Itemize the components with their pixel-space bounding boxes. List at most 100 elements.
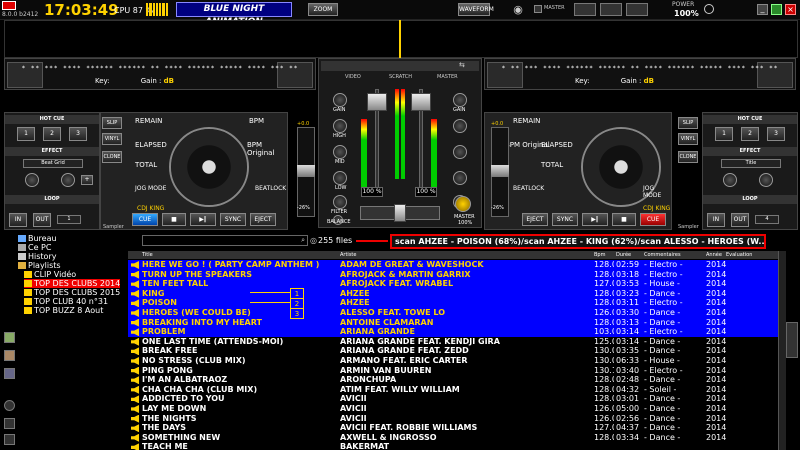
high-knob-left[interactable] <box>333 119 347 133</box>
hot-cue-2-left[interactable]: 2 <box>43 127 61 141</box>
cdj-king-right[interactable]: CDJ KING <box>643 205 670 212</box>
effects-icon[interactable] <box>4 368 15 379</box>
effect-knob-2-left[interactable] <box>61 173 75 187</box>
tree-item-playlists[interactable]: Playlists <box>18 261 61 270</box>
cue-button-right[interactable]: CUE <box>640 213 666 226</box>
table-row[interactable]: ONE LAST TIME (ATTENDS-MOI) ARIANA GRANDE… <box>128 337 780 347</box>
side-panel-tab[interactable] <box>786 322 798 358</box>
table-row[interactable]: BREAKING INTO MY HEART ANTOINE CLAMARAN 12… <box>128 317 780 328</box>
font-size-icon[interactable] <box>4 418 15 429</box>
effect-knob-1-right[interactable] <box>723 173 737 187</box>
zoom-button[interactable]: ZOOM <box>308 3 338 16</box>
cue-button-left[interactable]: CUE <box>132 213 158 226</box>
loop-size-right[interactable]: 4 <box>755 215 779 224</box>
clone-button-right[interactable]: CLONE <box>678 151 698 163</box>
master-led-icon[interactable] <box>534 5 542 13</box>
col-evaluation[interactable]: Evaluation <box>726 251 752 259</box>
volume-fader-left[interactable] <box>367 93 387 111</box>
table-row[interactable]: CHA CHA CHA (CLUB MIX) ATIM FEAT. WILLY W… <box>128 385 780 395</box>
volume-fader-right[interactable] <box>411 93 431 111</box>
table-row[interactable]: I'M AN ALBATRAOZ ARONCHUPA 128.002:48 - Dan… <box>128 375 780 385</box>
col-comments[interactable]: Commentaires <box>644 251 681 259</box>
table-row[interactable]: POISON AHZEE 128.003:11 - Electro - 2014 <box>128 298 780 308</box>
table-row[interactable]: TEN FEET TALL AFROJACK FEAT. WRABEL 127.00… <box>128 279 780 289</box>
hot-cue-2-right[interactable]: 2 <box>741 127 759 141</box>
vinyl-button-right[interactable]: VINYL <box>678 133 698 145</box>
table-row[interactable]: HEROES (WE COULD BE) ALESSO FEAT. TOWE LO… <box>128 308 780 318</box>
loop-out-left[interactable]: OUT <box>33 213 51 227</box>
col-artist[interactable]: Artiste <box>340 251 356 259</box>
table-row[interactable]: KING AHZEE 128.003:23 - Dance - 2014 <box>128 288 780 299</box>
effect-knob-2-right[interactable] <box>759 173 773 187</box>
gain-knob-right[interactable] <box>453 93 467 107</box>
close-button[interactable]: × <box>785 4 796 15</box>
table-row[interactable]: ADDICTED TO YOU AVICII 128.003:01 - Dance -… <box>128 394 780 404</box>
effect-add-left[interactable]: + <box>81 175 93 185</box>
tree-item-top-des-clubs-2015[interactable]: TOP DES CLUBS 2015 <box>24 288 120 297</box>
table-row[interactable]: PROBLEM ARIANA GRANDE 103.003:14 - Electro … <box>128 327 780 337</box>
loop-out-right[interactable]: OUT <box>731 213 749 227</box>
effect-select-right[interactable]: Title <box>721 159 781 168</box>
clone-button-left[interactable]: CLONE <box>102 151 122 163</box>
eject-button-left[interactable]: EJECT <box>250 213 276 226</box>
play-button-right[interactable]: ▶‖ <box>582 213 608 226</box>
waveform-display[interactable] <box>4 20 798 58</box>
col-year[interactable]: Année <box>706 251 722 259</box>
effect-knob-1-left[interactable] <box>25 173 39 187</box>
stop-button-right[interactable]: ■ <box>612 213 636 226</box>
playlist-icon[interactable] <box>4 332 15 343</box>
play-button-left[interactable]: ▶‖ <box>190 213 216 226</box>
table-row[interactable]: TEACH ME BAKERMAT <box>128 442 780 450</box>
slip-button-left[interactable]: SLIP <box>102 117 122 129</box>
search-icon[interactable]: ⌕ <box>301 236 305 245</box>
table-row[interactable]: SOMETHING NEW AXWELL & INGROSSO 128.003:34… <box>128 433 780 443</box>
hot-cue-1-right[interactable]: 1 <box>715 127 733 141</box>
stop-button-left[interactable]: ■ <box>162 213 186 226</box>
maximize-button[interactable] <box>771 4 782 15</box>
table-row[interactable]: THE NIGHTS AVICII 126.002:56 - Dance - 2014 <box>128 414 780 424</box>
tree-item-top-des-clubs-2014[interactable]: TOP DES CLUBS 2014 <box>24 279 121 288</box>
effect-select-left[interactable]: Beat Grid <box>23 159 83 168</box>
tree-item-history[interactable]: History <box>18 252 56 261</box>
table-row[interactable]: LAY ME DOWN AVICII 126.005:00 - Dance - 2014 <box>128 404 780 414</box>
col-bpm[interactable]: Bpm <box>594 251 605 259</box>
filter-knob-left[interactable] <box>333 195 347 209</box>
vinyl-button-left[interactable]: VINYL <box>102 133 122 145</box>
beatlock-left[interactable]: BEATLOCK <box>255 185 286 192</box>
col-duration[interactable]: Durée <box>616 251 631 259</box>
power-icon[interactable] <box>704 4 714 14</box>
mixer-scratch-label[interactable]: SCRATCH <box>389 74 412 80</box>
master-volume-knob[interactable] <box>455 196 471 212</box>
waveform-button[interactable]: WAVEFORM <box>458 3 494 16</box>
table-row[interactable]: BREAK FREE ARIANA GRANDE FEAT. ZEDD 130.00… <box>128 346 780 356</box>
hot-cue-3-left[interactable]: 3 <box>69 127 87 141</box>
layout-button-3[interactable] <box>626 3 648 16</box>
tree-item-clip-video[interactable]: CLIP Vidéo <box>24 270 76 279</box>
low-knob-left[interactable] <box>333 171 347 185</box>
mixer-video-label[interactable]: VIDEO <box>345 74 361 80</box>
minimize-button[interactable]: _ <box>757 4 768 15</box>
pitch-slider-handle-left[interactable] <box>297 165 315 177</box>
cdj-king-left[interactable]: CDJ KING <box>137 205 164 212</box>
slip-button-right[interactable]: SLIP <box>678 117 698 129</box>
loop-in-left[interactable]: IN <box>9 213 27 227</box>
low-knob-right[interactable] <box>453 171 467 185</box>
mid-knob-right[interactable] <box>453 145 467 159</box>
tree-item-ce-pc[interactable]: Ce PC <box>18 243 51 252</box>
gain-knob-left[interactable] <box>333 93 347 107</box>
loop-in-right[interactable]: IN <box>707 213 725 227</box>
tree-item-bureau[interactable]: Bureau <box>18 234 57 243</box>
font-size-small-icon[interactable] <box>4 434 15 445</box>
jog-wheel-left[interactable] <box>169 127 249 207</box>
high-knob-right[interactable] <box>453 119 467 133</box>
vdj-record-icon[interactable]: ◉ <box>508 3 528 16</box>
sync-button-right[interactable]: SYNC <box>552 213 578 226</box>
loop-size-left[interactable]: 1 <box>57 215 81 224</box>
beatlock-right[interactable]: BEATLOCK <box>513 185 544 192</box>
table-row[interactable]: THE DAYS AVICII FEAT. ROBBIE WILLIAMS 127.… <box>128 423 780 433</box>
layout-button-1[interactable] <box>574 3 596 16</box>
layout-button-2[interactable] <box>600 3 622 16</box>
search-input[interactable]: ⌕ <box>142 235 308 246</box>
sampler-icon[interactable] <box>4 350 15 361</box>
eject-button-right[interactable]: EJECT <box>522 213 548 226</box>
